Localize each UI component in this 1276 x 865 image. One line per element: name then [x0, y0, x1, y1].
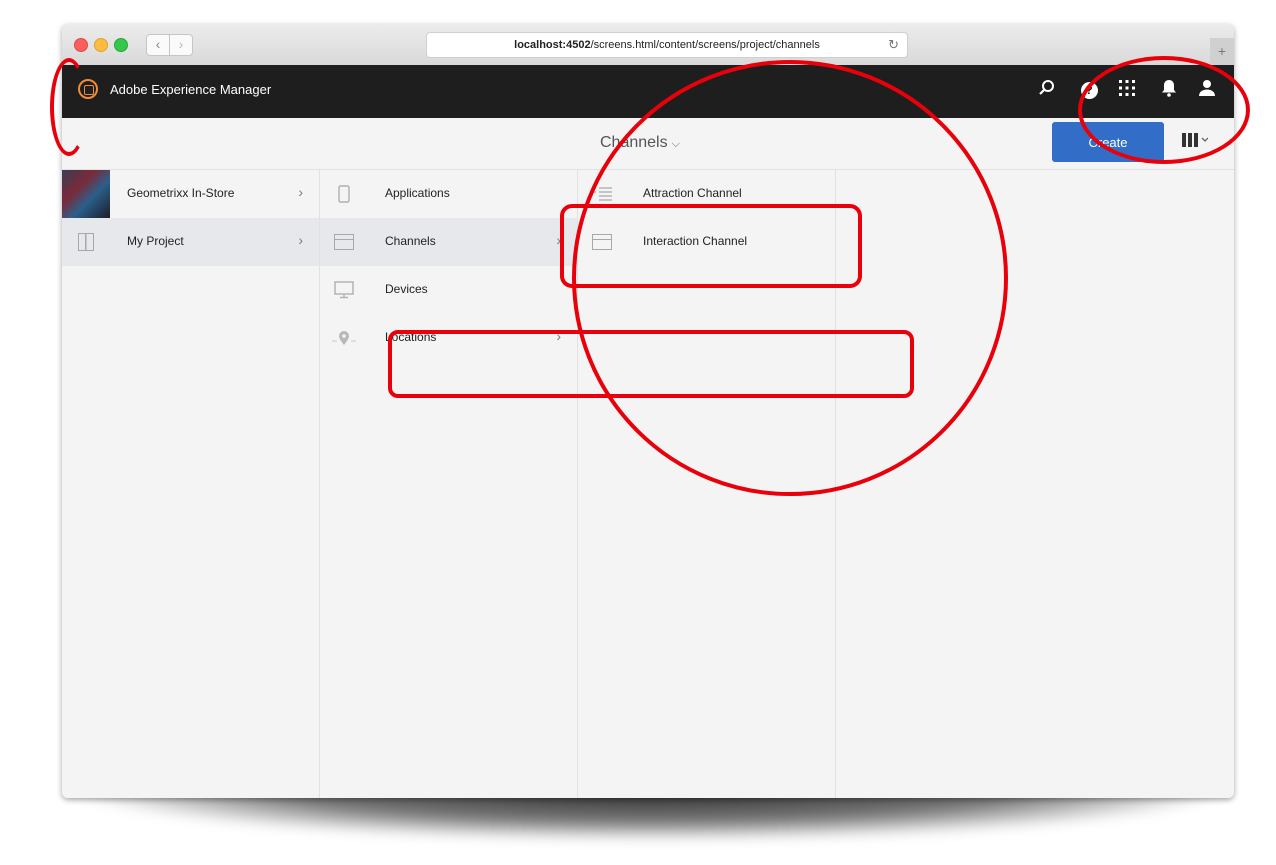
- item-label: Applications: [385, 186, 450, 200]
- chevron-right-icon: ›: [556, 328, 561, 344]
- help-icon[interactable]: ?: [1078, 79, 1100, 101]
- close-window-button[interactable]: [74, 38, 88, 52]
- item-label: Attraction Channel: [643, 186, 742, 200]
- grid-icon: [62, 218, 110, 266]
- bell-icon[interactable]: [1158, 79, 1180, 101]
- create-button[interactable]: Create: [1052, 122, 1164, 162]
- url-path: /screens.html/content/screens/project/ch…: [590, 39, 820, 51]
- minimize-window-button[interactable]: [94, 38, 108, 52]
- column-channels: Attraction Channel Interaction Channel: [578, 170, 836, 798]
- zoom-window-button[interactable]: [114, 38, 128, 52]
- monitor-icon: [320, 266, 368, 314]
- item-label: Interaction Channel: [643, 234, 748, 248]
- search-icon[interactable]: [1036, 79, 1058, 101]
- item-label: Geometrixx In-Store: [127, 186, 235, 200]
- list-item-applications[interactable]: Applications: [320, 170, 577, 218]
- aem-logo-icon[interactable]: [78, 79, 98, 99]
- column-view-icon[interactable]: [1182, 132, 1209, 153]
- item-label: Devices: [385, 282, 428, 296]
- list-item-devices[interactable]: Devices: [320, 266, 577, 314]
- item-label: Locations: [385, 330, 437, 344]
- chevron-right-icon: ›: [298, 184, 303, 200]
- column-projects: Geometrixx In-Store › My Project ›: [62, 170, 320, 798]
- channel-icon: [320, 218, 368, 266]
- back-button[interactable]: ‹: [146, 34, 170, 56]
- list-item-my-project[interactable]: My Project ›: [62, 218, 319, 266]
- item-label: My Project: [127, 234, 184, 248]
- apps-icon[interactable]: [1116, 79, 1138, 101]
- chevron-right-icon: ›: [298, 232, 303, 248]
- address-bar[interactable]: localhost:4502/screens.html/content/scre…: [426, 32, 908, 58]
- new-tab-button[interactable]: +: [1210, 38, 1234, 65]
- reload-icon[interactable]: ↻: [888, 33, 899, 57]
- chevron-down-icon: ⌵: [671, 138, 680, 150]
- list-item-interaction-channel[interactable]: Interaction Channel: [578, 218, 835, 266]
- user-icon[interactable]: [1196, 79, 1218, 101]
- url-host: localhost:4502: [514, 39, 591, 51]
- chevron-right-icon: ›: [556, 232, 561, 248]
- view-title-dropdown[interactable]: Channels ⌵: [600, 134, 680, 152]
- list-icon: [578, 170, 626, 218]
- forward-button[interactable]: ›: [169, 34, 193, 56]
- item-label: Channels: [385, 234, 436, 248]
- tablet-icon: [320, 170, 368, 218]
- location-pin-icon: [320, 314, 368, 362]
- column-empty: [836, 170, 1234, 798]
- list-item-attraction-channel[interactable]: Attraction Channel: [578, 170, 835, 218]
- column-project-folders: Applications Channels › Devices Location…: [320, 170, 578, 798]
- aem-header: Adobe Experience Manager ?: [62, 65, 1234, 118]
- thumbnail-photo: [62, 170, 110, 218]
- list-item-geometrixx[interactable]: Geometrixx In-Store ›: [62, 170, 319, 218]
- list-item-channels[interactable]: Channels ›: [320, 218, 577, 266]
- channel-icon: [578, 218, 626, 266]
- browser-window: ‹ › localhost:4502/screens.html/content/…: [62, 24, 1234, 798]
- view-title: Channels: [600, 134, 668, 151]
- action-bar: Channels ⌵ Create: [62, 118, 1234, 170]
- list-item-locations[interactable]: Locations ›: [320, 314, 577, 362]
- brand-title: Adobe Experience Manager: [110, 82, 272, 97]
- browser-chrome: ‹ › localhost:4502/screens.html/content/…: [62, 24, 1234, 66]
